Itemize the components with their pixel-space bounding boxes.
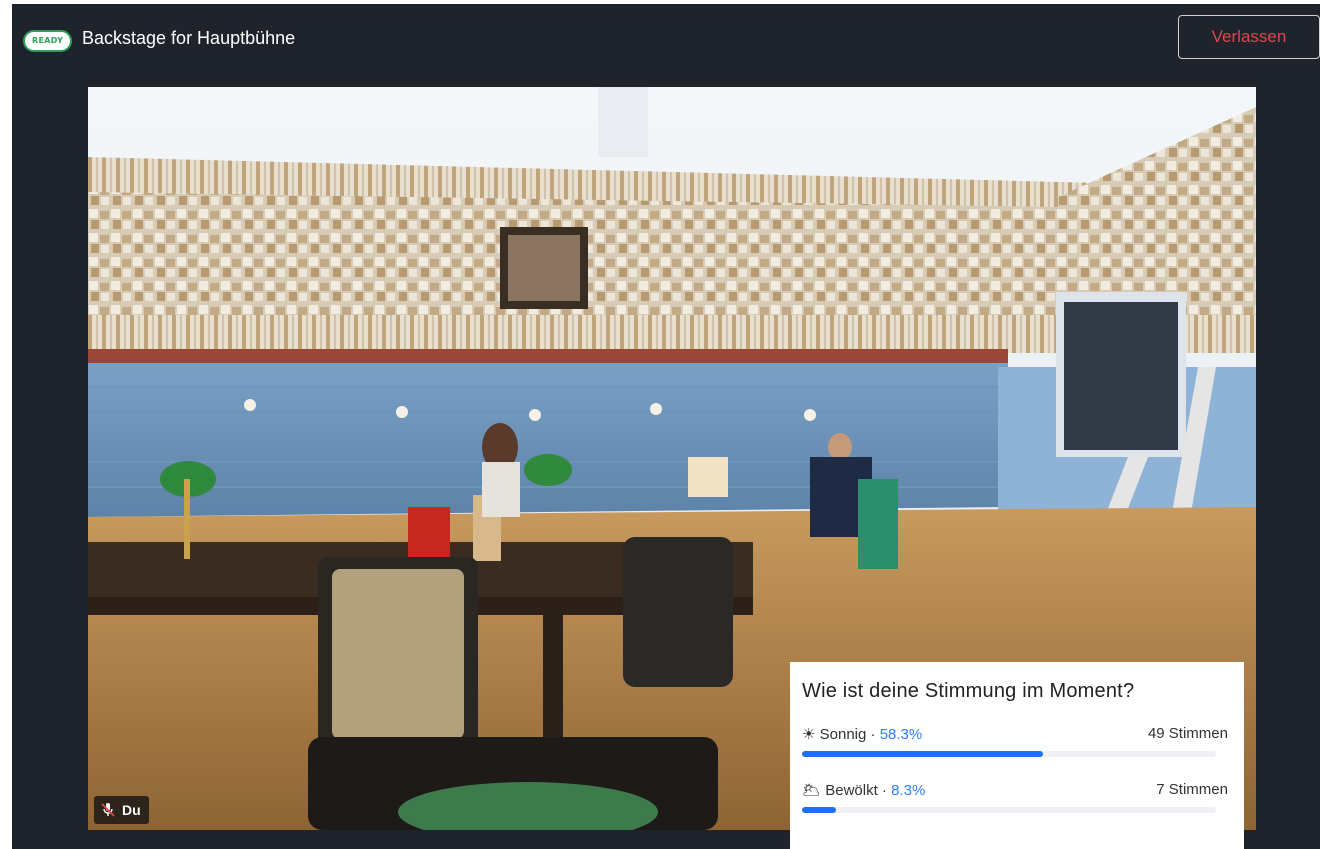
top-bar: READY Backstage for Hauptbühne Verlassen — [12, 4, 1320, 74]
poll-option-label: Sonnig — [819, 726, 867, 743]
poll-progress-track — [802, 807, 1216, 813]
cloud-icon: 🌥 — [802, 782, 822, 799]
poll-progress-track — [802, 751, 1216, 757]
poll-progress-fill — [802, 751, 1044, 757]
page-title: Backstage for Hauptbühne — [82, 28, 296, 48]
poll-option-bewoelkt[interactable]: 🌥 Bewölkt · 8.3% 7 Stimmen — [802, 781, 1228, 813]
poll-panel: Wie ist deine Stimmung im Moment? ☀ Sonn… — [790, 662, 1244, 849]
participant-name: Du — [122, 802, 141, 818]
separator: · — [881, 782, 887, 799]
mic-off-icon[interactable] — [100, 802, 116, 818]
participant-label-self: Du — [94, 796, 149, 824]
poll-option-sonnig[interactable]: ☀ Sonnig · 58.3% 49 Stimmen — [802, 725, 1228, 757]
status-badge: READY — [23, 30, 73, 52]
poll-option-label: Bewölkt — [825, 782, 878, 799]
separator: · — [870, 726, 876, 743]
poll-progress-fill — [802, 807, 837, 813]
poll-option-votes: 49 Stimmen — [1147, 725, 1228, 742]
sun-icon: ☀ — [802, 726, 816, 743]
poll-option-percent: 8.3% — [891, 782, 926, 799]
poll-option-votes: 7 Stimmen — [1156, 781, 1228, 798]
leave-button[interactable]: Verlassen — [1178, 15, 1320, 59]
poll-option-percent: 58.3% — [879, 726, 923, 743]
poll-question: Wie ist deine Stimmung im Moment? — [802, 680, 1135, 702]
